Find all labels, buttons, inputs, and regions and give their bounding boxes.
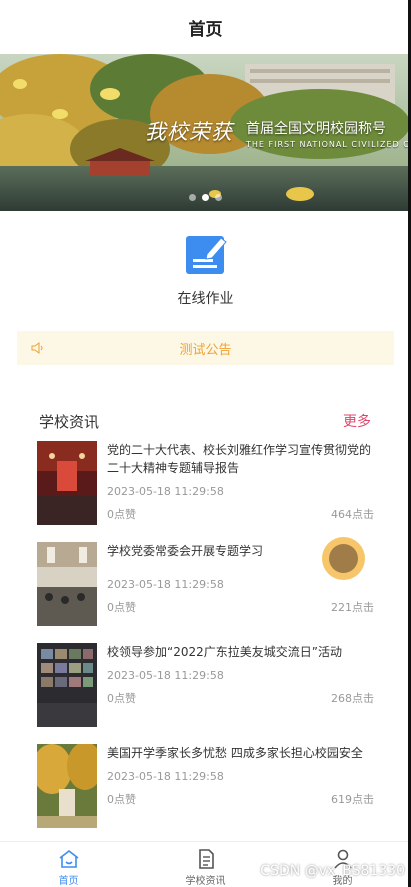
news-clicks: 221点击 bbox=[331, 601, 374, 614]
news-section-header: 学校资讯 更多 bbox=[0, 401, 411, 441]
news-likes: 0点赞 bbox=[107, 692, 136, 705]
banner-slogan-english: THE FIRST NATIONAL CIVILIZED CAMPUS bbox=[246, 140, 411, 149]
news-likes: 0点赞 bbox=[107, 601, 136, 614]
news-clicks: 619点击 bbox=[331, 793, 374, 806]
feature-grid: 在线作业 bbox=[0, 211, 411, 321]
news-thumbnail bbox=[37, 643, 97, 727]
grid-item-online-homework[interactable]: 在线作业 bbox=[178, 232, 234, 308]
news-title: 校领导参加“2022广东拉美友城交流日”活动 bbox=[107, 645, 342, 659]
top-bar: 首页 bbox=[0, 0, 411, 54]
tab-label: 首页 bbox=[58, 876, 79, 887]
tab-home[interactable]: 首页 bbox=[0, 842, 137, 887]
news-item[interactable]: 美国开学季家长多忧愁 四成多家长担心校园安全 2023-05-18 11:29:… bbox=[37, 744, 374, 845]
news-title: 党的二十大代表、校长刘雅红作学习宣传贯彻党的二十大精神专题辅导报告 bbox=[107, 443, 372, 475]
news-clicks: 268点击 bbox=[331, 692, 374, 705]
document-icon bbox=[198, 849, 214, 869]
carousel-dot-active[interactable] bbox=[202, 194, 209, 201]
news-list: 党的二十大代表、校长刘雅红作学习宣传贯彻党的二十大精神专题辅导报告 2023-0… bbox=[0, 441, 411, 845]
news-thumbnail bbox=[37, 542, 97, 626]
news-time: 2023-05-18 11:29:58 bbox=[107, 578, 224, 591]
grid-item-label: 在线作业 bbox=[177, 291, 234, 307]
news-item[interactable]: 校领导参加“2022广东拉美友城交流日”活动 2023-05-18 11:29:… bbox=[37, 643, 374, 744]
news-likes: 0点赞 bbox=[107, 508, 136, 521]
tab-label: 我的 bbox=[332, 876, 353, 887]
floating-button-inner-icon bbox=[329, 544, 358, 573]
news-item[interactable]: 党的二十大代表、校长刘雅红作学习宣传贯彻党的二十大精神专题辅导报告 2023-0… bbox=[37, 441, 374, 542]
edit-icon bbox=[185, 236, 227, 274]
notice-text: 测试公告 bbox=[179, 342, 232, 358]
bottom-tab-bar: 首页 学校资讯 我的 bbox=[0, 841, 411, 887]
news-thumbnail bbox=[37, 744, 97, 828]
more-link[interactable]: 更多 bbox=[343, 411, 371, 431]
user-icon bbox=[333, 849, 352, 869]
news-likes: 0点赞 bbox=[107, 793, 136, 806]
news-section-title: 学校资讯 bbox=[39, 412, 100, 431]
notice-bar[interactable]: 测试公告 bbox=[17, 331, 394, 365]
speaker-icon bbox=[31, 342, 43, 354]
news-time: 2023-05-18 11:29:58 bbox=[107, 669, 224, 682]
banner-carousel[interactable]: 我校荣获 首届全国文明校园称号 THE FIRST NATIONAL CIVIL… bbox=[0, 54, 411, 211]
news-clicks: 464点击 bbox=[331, 508, 374, 521]
news-time: 2023-05-18 11:29:58 bbox=[107, 770, 224, 783]
tab-label: 学校资讯 bbox=[185, 876, 226, 887]
tab-school-news[interactable]: 学校资讯 bbox=[137, 842, 274, 887]
home-icon bbox=[59, 849, 78, 868]
news-time: 2023-05-18 11:29:58 bbox=[107, 485, 224, 498]
carousel-dot[interactable] bbox=[215, 194, 222, 201]
floating-action-button[interactable] bbox=[322, 537, 365, 580]
tab-my[interactable]: 我的 bbox=[274, 842, 411, 887]
news-title: 美国开学季家长多忧愁 四成多家长担心校园安全 bbox=[107, 746, 363, 760]
news-thumbnail bbox=[37, 441, 97, 525]
banner-slogan-subtitle: 首届全国文明校园称号 bbox=[246, 121, 386, 137]
page-title: 首页 bbox=[188, 19, 223, 40]
carousel-dot[interactable] bbox=[189, 194, 196, 201]
carousel-indicator bbox=[0, 194, 411, 201]
banner-slogan: 我校荣获 bbox=[145, 120, 233, 144]
